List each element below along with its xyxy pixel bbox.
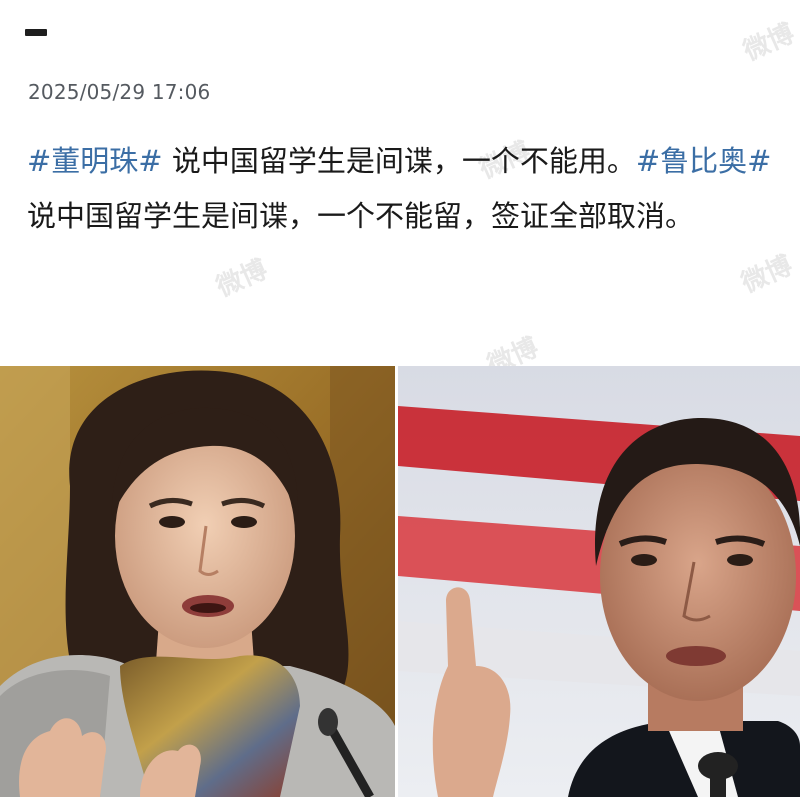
- post-text-2: 说中国留学生是间谍，一个不能留，签证全部取消。: [27, 199, 695, 233]
- post-timestamp: 2025/05/29 17:06: [28, 80, 211, 104]
- hashtag-rubio[interactable]: #鲁比奥#: [636, 144, 772, 178]
- photo-row: [0, 366, 800, 797]
- post-body: #董明珠# 说中国留学生是间谍，一个不能用。#鲁比奥# 说中国留学生是间谍，一个…: [27, 134, 775, 244]
- post-text-1: 说中国留学生是间谍，一个不能用。: [162, 144, 636, 178]
- left-photo[interactable]: [0, 366, 395, 797]
- right-photo[interactable]: [398, 366, 800, 797]
- hashtag-dong-mingzhu[interactable]: #董明珠#: [27, 144, 163, 178]
- back-icon[interactable]: [25, 29, 47, 36]
- watermark-4: 微博: [737, 250, 797, 300]
- watermark-3: 微博: [212, 254, 272, 304]
- top-bar: [0, 0, 800, 68]
